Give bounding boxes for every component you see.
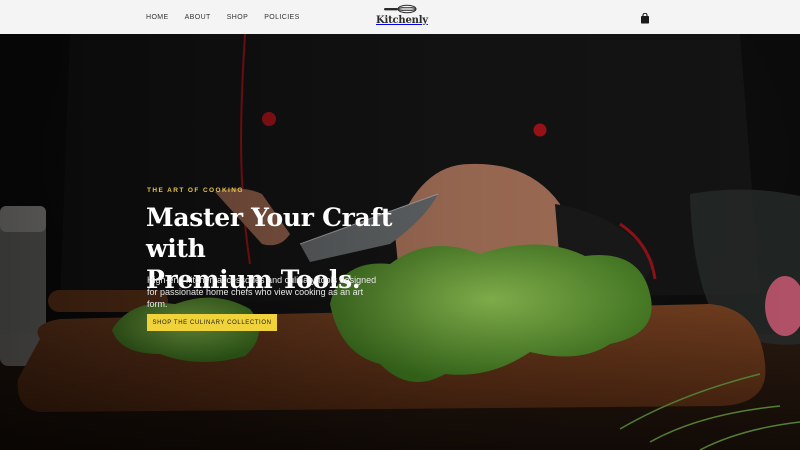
site-header: HOME ABOUT SHOP POLICIES Kitchenly — [0, 0, 800, 34]
nav-shop[interactable]: SHOP — [227, 14, 248, 21]
whisk-icon — [384, 4, 417, 14]
site-logo[interactable]: Kitchenly — [376, 4, 428, 30]
cart-button[interactable] — [640, 11, 650, 24]
hero-subtext: High-end kitchen accessories and culinar… — [147, 275, 377, 309]
hero-eyebrow: THE ART OF COOKING — [147, 187, 244, 194]
hero-section: THE ART OF COOKING Master Your Craft wit… — [0, 34, 800, 450]
shopping-bag-icon — [641, 12, 649, 24]
logo-text: Kitchenly — [376, 15, 428, 26]
nav-policies[interactable]: POLICIES — [264, 14, 300, 21]
main-nav: HOME ABOUT SHOP POLICIES — [146, 0, 316, 34]
hero-headline-line1: Master Your Craft with — [146, 203, 393, 263]
nav-about[interactable]: ABOUT — [185, 14, 211, 21]
nav-home[interactable]: HOME — [146, 14, 169, 21]
shop-collection-button[interactable]: SHOP THE CULINARY COLLECTION — [147, 314, 277, 331]
